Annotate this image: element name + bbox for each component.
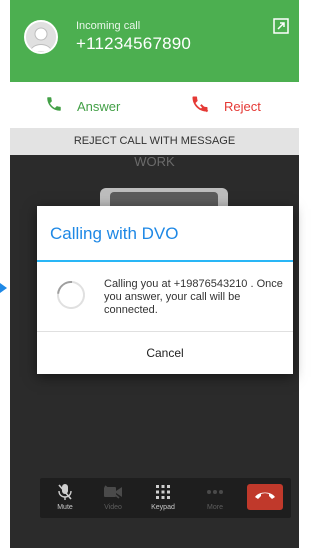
expand-icon[interactable] [273, 18, 289, 34]
keypad-button[interactable]: Keypad [140, 482, 186, 511]
dialog-title: Calling with DVO [50, 224, 179, 243]
mic-off-icon [42, 482, 88, 502]
dialog-title-divider [37, 260, 293, 262]
loading-spinner-icon [51, 275, 91, 315]
cancel-button[interactable]: Cancel [37, 332, 293, 374]
reject-button[interactable]: Reject [190, 96, 261, 116]
incoming-call-label: Incoming call [76, 20, 141, 32]
more-button[interactable]: More [192, 482, 238, 511]
in-call-controls: Mute Video Keypad More [40, 478, 291, 518]
more-label: More [207, 504, 223, 511]
screen-edge-left [0, 0, 10, 548]
contact-label: WORK [134, 154, 175, 169]
incoming-call-notification[interactable]: Incoming call +11234567890 [10, 0, 299, 82]
reject-label: Reject [224, 98, 261, 114]
answer-button[interactable]: Answer [45, 96, 120, 116]
video-off-icon [90, 482, 136, 502]
answer-label: Answer [77, 98, 121, 114]
pointer-arrow-icon [0, 283, 7, 293]
caller-number: +11234567890 [76, 34, 192, 53]
screen-edge-right [299, 0, 309, 548]
end-call-icon [253, 488, 277, 506]
phone-reject-icon [190, 94, 210, 119]
keypad-label: Keypad [151, 504, 175, 511]
video-button[interactable]: Video [90, 482, 136, 511]
reject-with-message-button[interactable]: REJECT CALL WITH MESSAGE [10, 128, 299, 155]
more-dots-icon [192, 482, 238, 502]
keypad-icon [140, 482, 186, 502]
phone-answer-icon [45, 95, 63, 118]
calling-dialog: Calling with DVO Calling you at +1987654… [37, 206, 293, 374]
video-label: Video [104, 504, 122, 511]
person-avatar-icon [24, 20, 58, 54]
call-action-bar: Answer Reject [10, 82, 299, 128]
dialog-message: Calling you at +19876543210 . Once you a… [104, 278, 283, 316]
mute-button[interactable]: Mute [42, 482, 88, 511]
end-call-button[interactable] [247, 484, 283, 510]
mute-label: Mute [57, 504, 73, 511]
